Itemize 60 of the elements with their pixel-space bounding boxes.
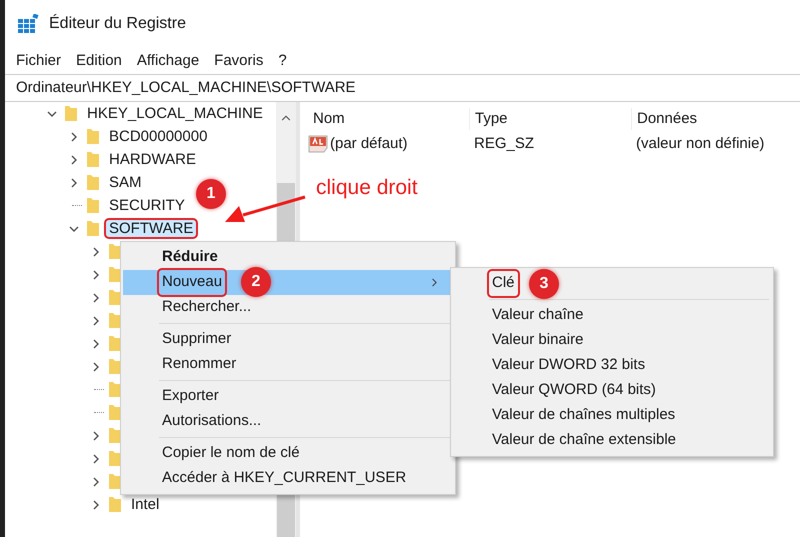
folder-icon — [108, 404, 122, 421]
folder-icon — [108, 473, 122, 490]
submenu-item[interactable]: Valeur binaire — [453, 328, 771, 353]
registry-app-icon — [18, 14, 40, 34]
folder-icon — [86, 197, 100, 214]
folder-icon — [108, 496, 122, 513]
column-header[interactable]: Données — [631, 108, 698, 130]
string-value-icon — [308, 135, 328, 153]
menu-item[interactable]: Fichier — [16, 50, 62, 72]
table-cell-text: (par défaut) — [330, 134, 408, 154]
context-menu-item[interactable]: Réduire — [123, 245, 453, 270]
context-menu-item[interactable]: Accéder à HKEY_CURRENT_USER — [123, 466, 453, 491]
context-menu-item[interactable]: Renommer — [123, 352, 453, 377]
folder-icon — [86, 128, 100, 145]
folder-icon — [108, 381, 122, 398]
folder-icon — [108, 335, 122, 352]
tree-item[interactable]: HARDWARE — [106, 150, 199, 168]
context-menu-item[interactable]: Exporter — [123, 384, 453, 409]
column-header[interactable]: Nom — [308, 108, 469, 130]
menu-item[interactable]: Edition — [76, 50, 122, 72]
context-menu-item[interactable]: Nouveau 2 — [123, 270, 453, 295]
menu-item[interactable]: Affichage — [136, 50, 200, 72]
step-badge: 1 — [196, 178, 226, 208]
submenu-item[interactable]: Clé 3 — [453, 271, 771, 296]
tree-item[interactable]: Intel — [128, 496, 162, 512]
folder-icon — [64, 105, 78, 122]
step-badge: 2 — [241, 267, 271, 297]
submenu-item[interactable]: Valeur de chaînes multiples — [453, 403, 771, 428]
annotation-text: clique droit — [316, 175, 418, 201]
submenu-item[interactable]: Valeur QWORD (64 bits) — [453, 378, 771, 403]
window-title: Éditeur du Registre — [49, 13, 186, 34]
folder-icon — [108, 312, 122, 329]
folder-icon — [108, 266, 122, 283]
folder-icon — [108, 450, 122, 467]
folder-icon — [108, 243, 122, 260]
submenu-item[interactable]: Valeur de chaîne extensible — [453, 428, 771, 453]
context-menu-item[interactable]: Autorisations... — [123, 409, 453, 434]
context-menu-item[interactable]: Supprimer — [123, 327, 453, 352]
table-cell-text: (valeur non définie) — [635, 134, 764, 154]
folder-icon — [86, 220, 100, 237]
step-badge: 3 — [529, 269, 559, 299]
folder-icon — [108, 427, 122, 444]
tree-item[interactable]: SAM — [106, 174, 145, 190]
folder-icon — [86, 174, 100, 191]
address-bar[interactable]: Ordinateur\HKEY_LOCAL_MACHINE\SOFTWARE — [5, 74, 800, 102]
tree-item[interactable]: HKEY_LOCAL_MACHINE — [84, 104, 266, 122]
folder-icon — [108, 289, 122, 306]
menu-item[interactable]: Favoris — [214, 50, 264, 72]
tree-item[interactable]: SOFTWARE — [106, 220, 196, 236]
context-menu-item[interactable]: Copier le nom de clé — [123, 441, 453, 466]
table-cell-text: REG_SZ — [473, 134, 536, 154]
tree-item[interactable]: BCD00000000 — [106, 128, 210, 144]
folder-icon — [108, 358, 122, 375]
folder-icon — [86, 151, 100, 168]
context-menu-item[interactable]: Rechercher... — [123, 295, 453, 320]
submenu-item[interactable]: Valeur chaîne — [453, 303, 771, 328]
column-header[interactable]: Type — [469, 108, 631, 130]
submenu-item[interactable]: Valeur DWORD 32 bits — [453, 353, 771, 378]
menu-item[interactable]: ? — [278, 50, 287, 72]
tree-item[interactable]: SECURITY — [106, 196, 188, 214]
